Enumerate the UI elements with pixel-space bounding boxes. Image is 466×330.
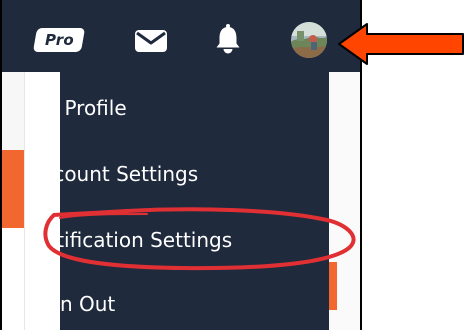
avatar-image xyxy=(291,22,327,58)
left-accent-strip xyxy=(2,150,24,228)
left-content-strip xyxy=(2,228,24,330)
pro-badge-label: Pro xyxy=(44,31,74,49)
menu-item-account-settings[interactable]: Account Settings xyxy=(29,157,198,191)
avatar[interactable] xyxy=(291,22,327,58)
menu-item-sign-out[interactable]: Sign Out xyxy=(29,287,115,321)
menu-item-notification-settings[interactable]: Notification Settings xyxy=(29,223,232,257)
red-arrow-annotation xyxy=(338,23,464,65)
top-navbar: Pro xyxy=(2,0,360,72)
bell-icon[interactable] xyxy=(213,23,243,55)
mail-icon[interactable] xyxy=(134,29,168,53)
screenshot-frame: Pro My Profile Account Settings Notifica… xyxy=(0,0,362,330)
right-accent-strip xyxy=(329,262,337,310)
pro-badge[interactable]: Pro xyxy=(32,28,86,52)
menu-item-my-profile[interactable]: My Profile xyxy=(29,91,127,125)
